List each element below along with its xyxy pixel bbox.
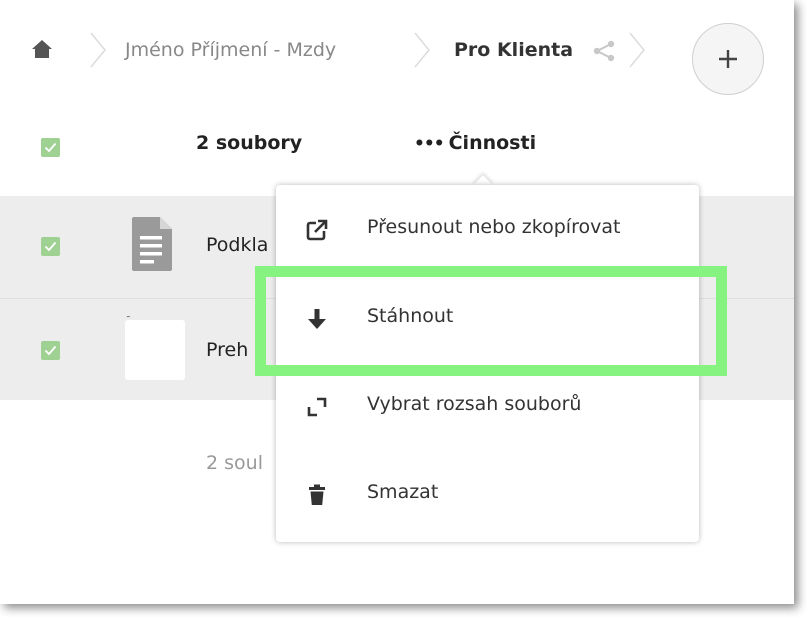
actions-popover-menu: Přesunout nebo zkopírovat Stáhnout Vybra… — [276, 185, 699, 542]
menu-item-delete[interactable]: Smazat — [276, 452, 699, 540]
menu-item-label: Smazat — [367, 481, 439, 503]
share-icon[interactable] — [592, 39, 616, 63]
menu-item-move-copy[interactable]: Přesunout nebo zkopírovat — [276, 187, 699, 275]
breadcrumb-item-pro-klienta[interactable]: Pro Klienta — [454, 36, 573, 64]
menu-item-label: Přesunout nebo zkopírovat — [367, 216, 621, 238]
file-name[interactable]: Preh e — [206, 339, 266, 361]
file-list-summary: 2 soul — [206, 452, 263, 474]
actions-label: Činnosti — [448, 132, 537, 154]
home-icon[interactable] — [31, 38, 53, 60]
file-row-checkbox[interactable] — [41, 341, 60, 360]
menu-item-label: Stáhnout — [367, 305, 454, 327]
menu-item-select-range[interactable]: Vybrat rozsah souborů — [276, 364, 699, 452]
file-browser-window: Jméno Příjmení - Mzdy Pro Klienta 2 soub… — [0, 0, 794, 604]
file-row-checkbox[interactable] — [41, 237, 60, 256]
trash-icon — [306, 484, 328, 506]
selected-files-count: 2 soubory — [196, 132, 303, 154]
menu-item-download[interactable]: Stáhnout — [276, 276, 699, 364]
actions-menu-button[interactable]: ••• Činnosti — [414, 132, 536, 154]
more-dots-icon: ••• — [414, 134, 445, 154]
select-all-checkbox[interactable] — [41, 138, 60, 157]
document-icon — [131, 216, 173, 272]
file-name[interactable]: Podkla — [206, 234, 268, 256]
breadcrumb-item-mzdy[interactable]: Jméno Příjmení - Mzdy — [125, 36, 336, 64]
thumbnail-mark: ˜ — [126, 316, 131, 326]
file-thumbnail — [125, 320, 185, 380]
plus-icon — [719, 50, 737, 68]
breadcrumb-separator-icon — [414, 32, 430, 68]
breadcrumb-separator-icon — [629, 32, 645, 68]
breadcrumb-separator-icon — [90, 32, 106, 68]
add-new-button[interactable] — [692, 23, 764, 95]
menu-item-label: Vybrat rozsah souborů — [367, 393, 582, 415]
external-link-icon — [306, 219, 328, 241]
range-select-icon — [306, 396, 328, 418]
download-icon — [306, 308, 328, 330]
